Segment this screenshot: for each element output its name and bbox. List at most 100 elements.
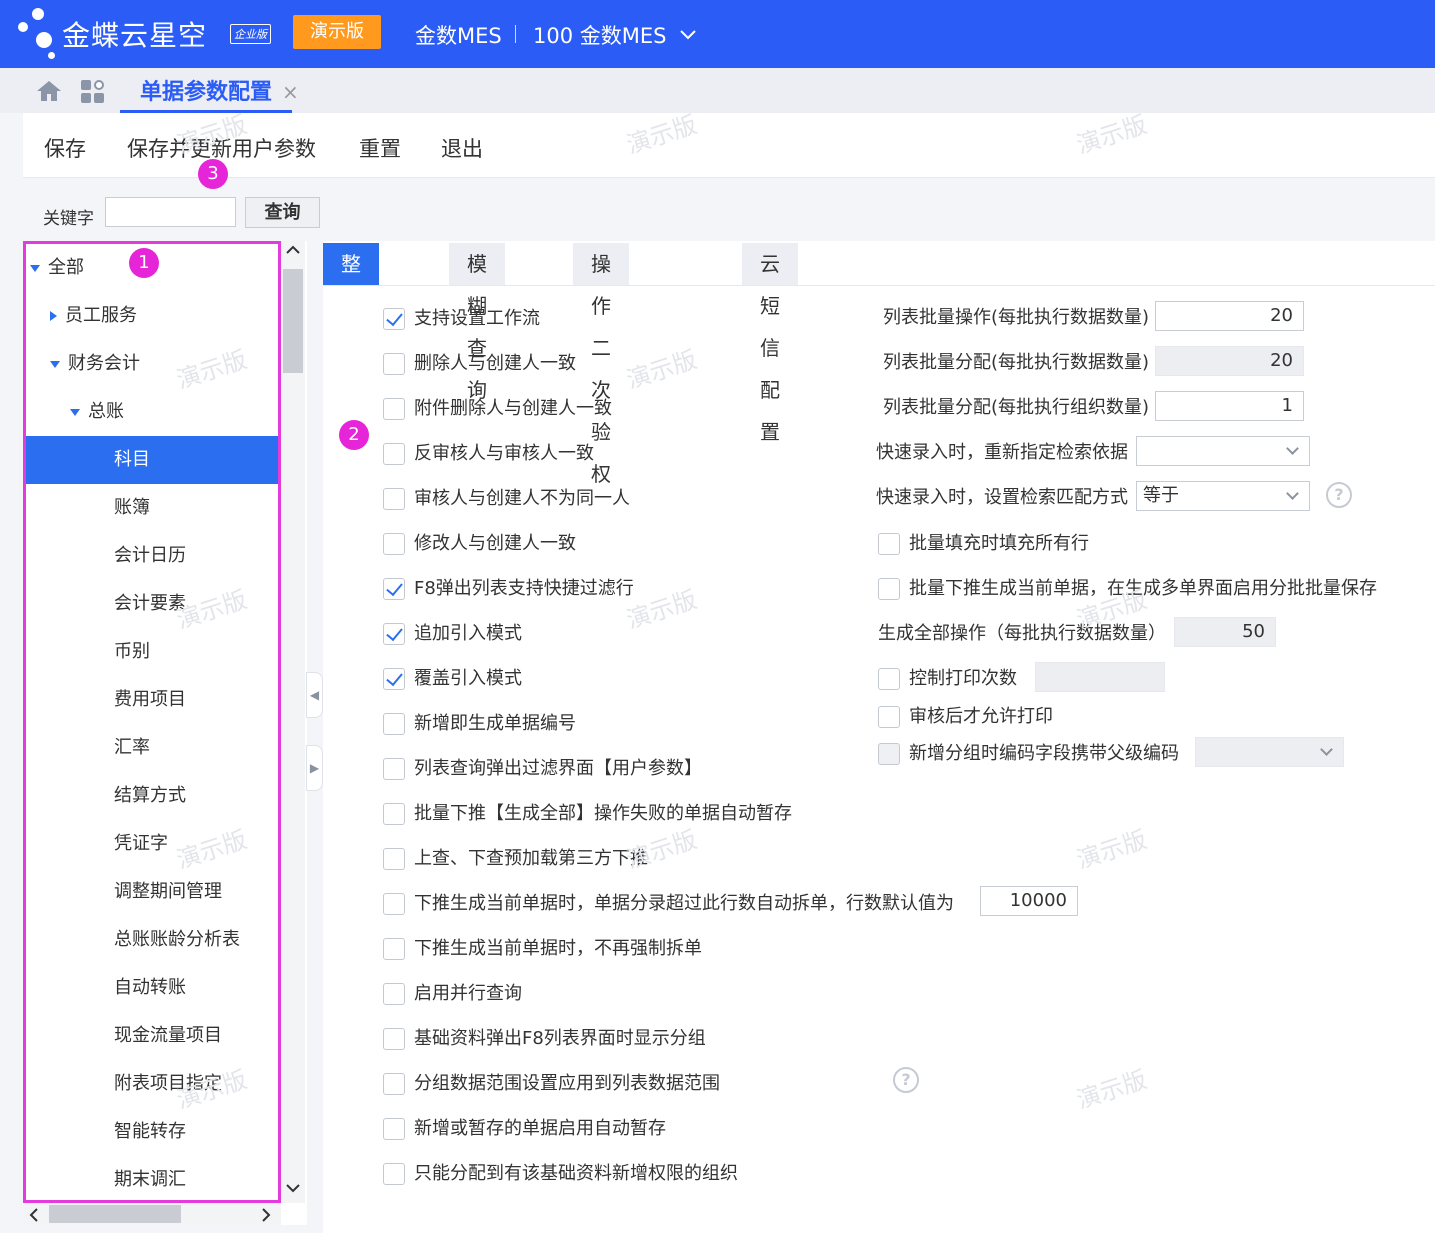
tree-item[interactable]: 币别 bbox=[26, 628, 278, 676]
home-icon[interactable] bbox=[36, 80, 62, 102]
tab-parameter[interactable]: 整体参数 bbox=[323, 243, 379, 402]
checkbox[interactable] bbox=[383, 938, 405, 960]
caret-down-icon[interactable] bbox=[50, 360, 60, 368]
scroll-thumb-horizontal[interactable] bbox=[49, 1205, 181, 1223]
tree-item[interactable]: 现金流量项目 bbox=[26, 1012, 278, 1060]
chevron-down-icon bbox=[1286, 487, 1299, 500]
scroll-up-icon[interactable] bbox=[286, 243, 300, 259]
collapse-left-icon[interactable]: ◀ bbox=[306, 672, 323, 718]
help-icon[interactable]: ? bbox=[1326, 482, 1352, 508]
tree-vertical-scrollbar[interactable] bbox=[281, 241, 305, 1203]
group-code-select[interactable] bbox=[1195, 737, 1344, 767]
checkbox[interactable] bbox=[383, 398, 405, 420]
print-count-input[interactable] bbox=[1035, 662, 1165, 692]
batch-op-label: 列表批量操作(每批执行数据数量) bbox=[883, 307, 1150, 328]
tree-item-label: 总账 bbox=[88, 401, 124, 422]
checkbox[interactable] bbox=[383, 1073, 405, 1095]
tree-item[interactable]: 调整期间管理 bbox=[26, 868, 278, 916]
checkbox[interactable] bbox=[383, 1118, 405, 1140]
tree-item[interactable]: 总账账龄分析表 bbox=[26, 916, 278, 964]
checkbox[interactable] bbox=[383, 443, 405, 465]
checkbox[interactable] bbox=[383, 1028, 405, 1050]
edition-badge: 企业版 bbox=[230, 24, 271, 44]
tree-item[interactable]: 凭证字 bbox=[26, 820, 278, 868]
tree-horizontal-scrollbar[interactable] bbox=[23, 1203, 281, 1225]
tree-item[interactable]: 会计要素 bbox=[26, 580, 278, 628]
checkbox[interactable] bbox=[383, 578, 405, 600]
gen-all-input[interactable]: 50 bbox=[1174, 617, 1276, 647]
checkbox[interactable] bbox=[878, 706, 900, 728]
tab-document-parameter-config[interactable]: 单据参数配置 bbox=[120, 74, 293, 113]
keyword-input[interactable] bbox=[105, 197, 236, 227]
tree-item-label: 币别 bbox=[114, 641, 150, 662]
tree-item[interactable]: 财务会计 bbox=[26, 340, 278, 388]
checkbox[interactable] bbox=[878, 668, 900, 690]
tree-item[interactable]: 总账 bbox=[26, 388, 278, 436]
tab-parameter[interactable]: 操作二次验权 bbox=[573, 243, 629, 486]
checkbox[interactable] bbox=[383, 623, 405, 645]
query-button[interactable]: 查询 bbox=[245, 197, 320, 228]
checkbox[interactable] bbox=[383, 668, 405, 690]
account-selector[interactable]: 100 金数MES bbox=[533, 20, 666, 50]
checkbox[interactable] bbox=[383, 803, 405, 825]
tree-item[interactable]: 费用项目 bbox=[26, 676, 278, 724]
tree-item[interactable]: 附表项目指定 bbox=[26, 1060, 278, 1108]
tree-item[interactable]: 员工服务 bbox=[26, 292, 278, 340]
caret-down-icon[interactable] bbox=[70, 408, 80, 416]
apps-grid-icon[interactable] bbox=[81, 80, 105, 104]
caret-down-icon[interactable] bbox=[30, 264, 40, 272]
scroll-left-icon[interactable] bbox=[29, 1207, 39, 1226]
tree-item[interactable]: 会计日历 bbox=[26, 532, 278, 580]
batch-alloc-org-input[interactable]: 1 bbox=[1155, 391, 1304, 421]
checkbox[interactable] bbox=[383, 488, 405, 510]
scroll-down-icon[interactable] bbox=[286, 1181, 300, 1197]
tree-item[interactable]: 自动转账 bbox=[26, 964, 278, 1012]
keyword-label: 关键字 bbox=[43, 209, 94, 229]
chevron-down-icon[interactable] bbox=[680, 25, 696, 44]
split-rows-input[interactable]: 10000 bbox=[980, 886, 1078, 916]
exit-button[interactable]: 退出 bbox=[441, 133, 483, 163]
checkbox[interactable] bbox=[383, 1163, 405, 1185]
tab-parameter[interactable]: 云短信配置 bbox=[742, 243, 798, 444]
search-row: 关键字 查询 bbox=[23, 180, 1435, 240]
checkbox[interactable] bbox=[383, 308, 405, 330]
checkbox[interactable] bbox=[878, 578, 900, 600]
quick-basis-select[interactable] bbox=[1136, 436, 1310, 466]
checkbox[interactable] bbox=[878, 743, 900, 765]
save-update-user-params-button[interactable]: 保存并更新用户参数 bbox=[127, 133, 316, 163]
checkbox[interactable] bbox=[383, 848, 405, 870]
reset-button[interactable]: 重置 bbox=[359, 133, 401, 163]
scroll-right-icon[interactable] bbox=[261, 1207, 271, 1226]
checkbox[interactable] bbox=[383, 353, 405, 375]
tree-item-label: 附表项目指定 bbox=[114, 1073, 222, 1094]
tree-item[interactable]: 结算方式 bbox=[26, 772, 278, 820]
tree-item[interactable]: 账簿 bbox=[26, 484, 278, 532]
tree-item[interactable]: 智能转存 bbox=[26, 1108, 278, 1156]
checkbox[interactable] bbox=[383, 758, 405, 780]
scroll-thumb[interactable] bbox=[283, 269, 303, 373]
quick-match-label: 快速录入时，设置检索匹配方式 bbox=[876, 487, 1128, 508]
help-icon[interactable]: ? bbox=[893, 1067, 919, 1093]
brand-name: 金蝶云星空 bbox=[62, 19, 208, 52]
batch-alloc-label: 列表批量分配(每批执行数据数量) bbox=[883, 352, 1150, 373]
checkbox[interactable] bbox=[383, 893, 405, 915]
tree-item[interactable]: 科目 bbox=[26, 436, 278, 484]
checkbox[interactable] bbox=[878, 533, 900, 555]
save-button[interactable]: 保存 bbox=[44, 133, 86, 163]
tree-item[interactable]: 汇率 bbox=[26, 724, 278, 772]
chevron-down-icon bbox=[1320, 743, 1333, 756]
expand-right-icon[interactable]: ▶ bbox=[306, 745, 323, 791]
org-name[interactable]: 金数MES bbox=[415, 20, 502, 50]
tree-item-label: 结算方式 bbox=[114, 785, 186, 806]
tree-item[interactable]: 期末调汇 bbox=[26, 1156, 278, 1200]
checkbox[interactable] bbox=[383, 533, 405, 555]
caret-right-icon[interactable] bbox=[50, 311, 57, 321]
quick-match-select[interactable]: 等于 bbox=[1136, 481, 1310, 511]
org-separator bbox=[515, 25, 516, 43]
checkbox[interactable] bbox=[383, 983, 405, 1005]
batch-op-input[interactable]: 20 bbox=[1155, 301, 1304, 331]
checkbox[interactable] bbox=[383, 713, 405, 735]
close-icon[interactable]: × bbox=[282, 80, 299, 104]
batch-alloc-input[interactable]: 20 bbox=[1155, 346, 1304, 376]
tab-parameter[interactable]: 模糊查询 bbox=[449, 243, 505, 402]
